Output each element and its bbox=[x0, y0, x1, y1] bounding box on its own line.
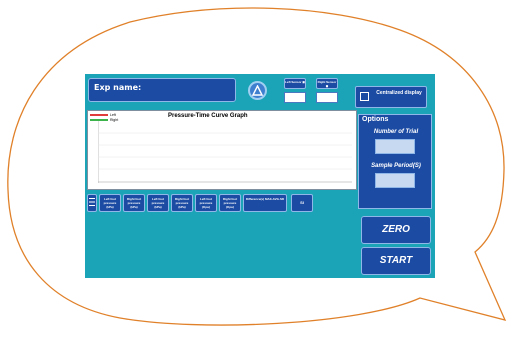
exp-name-field[interactable]: Exp name: bbox=[88, 78, 236, 102]
stat-difference[interactable]: Difference(s) MAX-AVG-SD bbox=[243, 194, 287, 212]
number-of-trial-label: Number of Trial bbox=[373, 129, 419, 135]
sample-period-input[interactable] bbox=[375, 173, 415, 188]
stat-right-foot-pressure-2[interactable]: Right foot pressure (kPa) bbox=[171, 194, 193, 212]
display-icon bbox=[360, 92, 369, 101]
centralized-display-button[interactable]: Centralized display bbox=[355, 86, 427, 108]
exp-name-label: Exp name: bbox=[94, 83, 142, 92]
legend-left-label: Left bbox=[110, 113, 116, 117]
stat-right-foot-pressure-1[interactable]: Right foot pressure (kPa) bbox=[123, 194, 145, 212]
stat-left-foot-pressure-2[interactable]: Left foot pressure (kPa) bbox=[147, 194, 169, 212]
app-screen: Exp name: Left Sensor ◼ Right Sensor ◼ C… bbox=[85, 74, 435, 278]
start-button[interactable]: START bbox=[361, 247, 431, 275]
legend-left: Left bbox=[90, 113, 116, 117]
stats-bar: Left foot pressure (kPa) Right foot pres… bbox=[87, 194, 343, 212]
options-title: Options bbox=[362, 116, 389, 123]
left-sensor-value bbox=[284, 92, 306, 103]
app-logo-icon bbox=[248, 81, 267, 100]
stat-left-foot-pressure-3[interactable]: Left foot pressure (Kpa) bbox=[195, 194, 217, 212]
stat-left-foot-pressure-1[interactable]: Left foot pressure (kPa) bbox=[99, 194, 121, 212]
stat-right-foot-pressure-3[interactable]: Right foot pressure (Kpa) bbox=[219, 194, 241, 212]
left-sensor-button[interactable]: Left Sensor ◼ bbox=[284, 78, 306, 89]
right-sensor-value bbox=[316, 92, 338, 103]
right-sensor-button[interactable]: Right Sensor ◼ bbox=[316, 78, 338, 89]
list-icon[interactable] bbox=[87, 194, 97, 212]
options-panel: Options Number of Trial Sample Period(S) bbox=[358, 114, 432, 209]
centralized-display-label: Centralized display bbox=[376, 90, 422, 96]
stat-si[interactable]: SI bbox=[291, 194, 313, 212]
sample-period-label: Sample Period(S) bbox=[371, 163, 421, 169]
graph-plot-area bbox=[98, 121, 352, 183]
graph-title: Pressure-Time Curve Graph bbox=[168, 113, 248, 119]
legend-left-swatch bbox=[90, 114, 108, 117]
zero-button[interactable]: ZERO bbox=[361, 216, 431, 244]
number-of-trial-input[interactable] bbox=[375, 139, 415, 154]
pressure-time-graph: Left Right Pressure-Time Curve Graph bbox=[87, 110, 357, 190]
